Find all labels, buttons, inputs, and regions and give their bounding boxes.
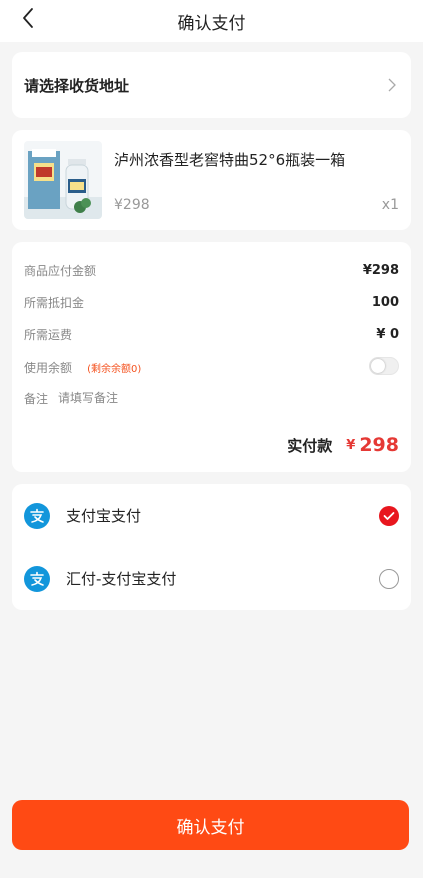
order-summary: 商品应付金额 ¥298 所需抵扣金 100 所需运费 ¥ 0 使用余额 (剩余余…: [12, 242, 411, 472]
payment-option-alipay[interactable]: 支付宝支付: [24, 484, 399, 547]
summary-value: ¥298: [362, 262, 399, 278]
payment-name: 支付宝支付: [66, 507, 142, 525]
chevron-right-icon: [385, 78, 399, 92]
page-title: 确认支付: [177, 13, 246, 34]
alipay-icon: [24, 565, 50, 592]
balance-label: 使用余额: [24, 360, 73, 375]
confirm-payment-button[interactable]: 确认支付: [12, 800, 409, 850]
total-row: 实付款 ¥ 298: [287, 434, 399, 456]
check-icon[interactable]: [379, 505, 399, 526]
balance-row: 使用余额 (剩余余额0): [24, 350, 399, 382]
summary-row: 所需抵扣金 100: [24, 286, 399, 318]
summary-label: 所需运费: [24, 327, 73, 342]
summary-value: 100: [371, 294, 399, 310]
remark-row: 备注: [24, 382, 399, 414]
summary-label: 商品应付金额: [24, 263, 97, 278]
product-price: ¥298: [114, 197, 150, 213]
product-quantity: x1: [381, 197, 399, 213]
back-button[interactable]: [14, 4, 42, 32]
product-image: [24, 141, 102, 219]
total-value: 298: [359, 434, 399, 456]
top-nav-bar: 确认支付: [0, 0, 423, 42]
address-selector[interactable]: 请选择收货地址: [12, 52, 411, 118]
toggle-knob: [371, 359, 385, 373]
total-label: 实付款: [287, 436, 333, 455]
radio-unchecked-icon[interactable]: [379, 568, 399, 589]
payment-option-huifu-alipay[interactable]: 汇付-支付宝支付: [24, 547, 399, 610]
balance-remaining: (剩余余额0): [87, 363, 142, 375]
total-currency: ¥: [346, 437, 356, 453]
product-card: 泸州浓香型老窖特曲52°6瓶装一箱 ¥298 x1: [12, 130, 411, 230]
product-name: 泸州浓香型老窖特曲52°6瓶装一箱: [114, 151, 346, 169]
address-label: 请选择收货地址: [24, 76, 130, 95]
payment-name: 汇付-支付宝支付: [66, 570, 177, 588]
summary-label: 所需抵扣金: [24, 295, 85, 310]
remark-label: 备注: [24, 391, 49, 406]
alipay-icon: [24, 502, 50, 529]
balance-toggle[interactable]: [369, 357, 399, 375]
remark-input[interactable]: [58, 391, 259, 405]
payment-methods: 支付宝支付 汇付-支付宝支付: [12, 484, 411, 610]
summary-row: 所需运费 ¥ 0: [24, 318, 399, 350]
summary-value: ¥ 0: [376, 326, 399, 342]
back-arrow-icon: [23, 8, 33, 28]
summary-row: 商品应付金额 ¥298: [24, 254, 399, 286]
